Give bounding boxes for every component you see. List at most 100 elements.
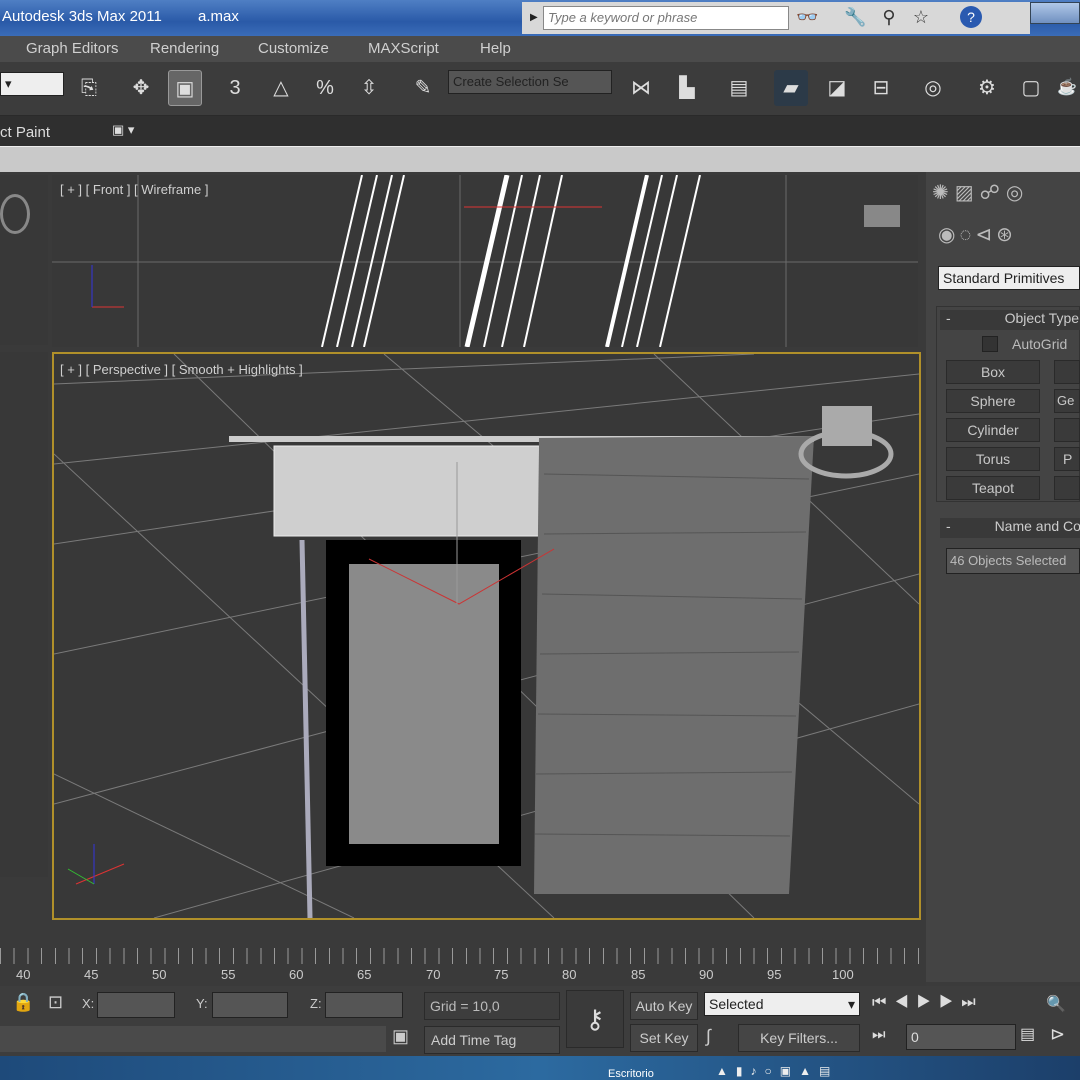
ribbon-toggle-icon[interactable]: ▣ ▾ bbox=[112, 122, 134, 138]
tick-label: 45 bbox=[84, 967, 99, 982]
time-config-icon[interactable]: ▤ bbox=[1020, 1024, 1035, 1044]
render-setup-icon[interactable]: ⚙ bbox=[970, 70, 1004, 106]
x-label: X: bbox=[82, 996, 95, 1011]
snap-label: 3 bbox=[229, 77, 241, 99]
primitives-dropdown[interactable]: Standard Primitives bbox=[938, 266, 1080, 290]
tick-label: 95 bbox=[767, 967, 782, 982]
tick-label: 70 bbox=[426, 967, 441, 982]
object-type-header[interactable]: - Object Type bbox=[940, 310, 1080, 330]
ribbon-tab-object-paint[interactable]: ct Paint bbox=[0, 124, 50, 141]
z-label: Z: bbox=[310, 996, 322, 1011]
menu-rendering[interactable]: Rendering bbox=[150, 40, 219, 57]
wrench-icon[interactable]: 🔧 bbox=[844, 6, 866, 28]
app-title: Autodesk 3ds Max 2011 bbox=[2, 8, 162, 25]
create-category-icons[interactable]: ◉◌⊲⊛ bbox=[938, 222, 1017, 247]
key-mode-toggle-icon[interactable]: ⏭ bbox=[872, 1026, 886, 1043]
front-wireframe bbox=[52, 175, 918, 347]
search-input[interactable]: Type a keyword or phrase bbox=[543, 6, 789, 30]
zoom-extents-icon[interactable]: 🔍 bbox=[1046, 994, 1066, 1014]
tick-label: 60 bbox=[289, 967, 304, 982]
x-coordinate-field[interactable] bbox=[97, 992, 175, 1018]
mirror-icon[interactable]: ⋈ bbox=[624, 70, 658, 106]
time-tag-icon[interactable]: ▣ bbox=[392, 1026, 409, 1047]
viewcube-icon[interactable] bbox=[0, 194, 30, 234]
front-viewport-label[interactable]: [ + ] [ Front ] [ Wireframe ] bbox=[60, 182, 208, 197]
viewport-perspective[interactable] bbox=[52, 352, 921, 920]
object-type-title: Object Type bbox=[1004, 310, 1080, 326]
left-viewport-bottom bbox=[0, 352, 48, 877]
curve-editor-icon[interactable]: ◪ bbox=[820, 70, 854, 106]
tube-button[interactable] bbox=[1054, 418, 1080, 442]
select-link-icon[interactable]: ⎘ bbox=[72, 70, 106, 106]
binoculars-icon[interactable]: 👓 bbox=[796, 6, 818, 28]
graphite-tools-icon[interactable]: ▰ bbox=[774, 70, 808, 106]
minimize-button[interactable] bbox=[1030, 2, 1080, 24]
playback-controls[interactable]: ⏮◀▶▶⏭ bbox=[872, 994, 984, 1012]
current-frame-field[interactable]: 0 bbox=[906, 1024, 1016, 1050]
box-button[interactable]: Box bbox=[946, 360, 1040, 384]
sphere-button[interactable]: Sphere bbox=[946, 389, 1040, 413]
geosphere-button[interactable]: Ge bbox=[1054, 389, 1080, 413]
orbit-icon[interactable]: ⊳ bbox=[1050, 1024, 1065, 1045]
snap-3d-icon[interactable]: 3 bbox=[218, 70, 252, 106]
subscription-icon[interactable]: ⚲ bbox=[878, 6, 900, 28]
object-name-field[interactable]: 46 Objects Selected bbox=[946, 548, 1080, 574]
align-icon[interactable]: ▙ bbox=[670, 70, 704, 106]
z-coordinate-field[interactable] bbox=[325, 992, 403, 1018]
file-name: a.max bbox=[198, 8, 239, 25]
select-manipulate-icon[interactable]: ▣ bbox=[168, 70, 202, 106]
star-icon[interactable]: ☆ bbox=[910, 6, 932, 28]
tick-label: 40 bbox=[16, 967, 31, 982]
key-filters-button[interactable]: Key Filters... bbox=[738, 1024, 860, 1052]
torus-button[interactable]: Torus bbox=[946, 447, 1040, 471]
command-panel-tabs[interactable]: ✺▨☍◎ bbox=[932, 180, 1029, 205]
set-key-icon[interactable]: ⚷ bbox=[566, 990, 624, 1048]
menu-help[interactable]: Help bbox=[480, 40, 511, 57]
menu-maxscript[interactable]: MAXScript bbox=[368, 40, 439, 57]
named-selection-dropdown[interactable]: Create Selection Se bbox=[448, 70, 612, 94]
add-time-tag-button[interactable]: Add Time Tag bbox=[424, 1026, 560, 1054]
move-icon[interactable]: ✥ bbox=[124, 70, 158, 106]
key-tangent-icon[interactable]: ∫ bbox=[706, 1026, 711, 1047]
menu-customize[interactable]: Customize bbox=[258, 40, 329, 57]
teapot-button[interactable]: Teapot bbox=[946, 476, 1040, 500]
autogrid-checkbox[interactable] bbox=[982, 336, 998, 352]
expand-icon[interactable]: ▶ bbox=[530, 12, 538, 23]
perspective-scene bbox=[54, 354, 919, 918]
windows-taskbar bbox=[0, 1056, 1080, 1080]
system-tray-icons[interactable]: ▲▮♪○▣▲▤ bbox=[716, 1064, 838, 1078]
plane-button[interactable] bbox=[1054, 476, 1080, 500]
rendered-frame-icon[interactable]: ▢ bbox=[1014, 70, 1048, 106]
autogrid-label: AutoGrid bbox=[1012, 336, 1068, 352]
tick-label: 75 bbox=[494, 967, 509, 982]
set-key-button[interactable]: Set Key bbox=[630, 1024, 698, 1052]
name-color-header[interactable]: - Name and Co bbox=[940, 518, 1080, 538]
track-bar-ticks bbox=[0, 948, 920, 964]
pyramid-button[interactable]: P bbox=[1054, 447, 1080, 471]
selection-filter-dropdown[interactable]: ▾ bbox=[0, 72, 64, 96]
menu-graph-editors[interactable]: Graph Editors bbox=[26, 40, 119, 57]
y-coordinate-field[interactable] bbox=[212, 992, 288, 1018]
schematic-view-icon[interactable]: ⊟ bbox=[864, 70, 898, 106]
absolute-mode-icon[interactable]: ⊡ bbox=[48, 992, 63, 1013]
desktop-toolbar-label[interactable]: Escritorio bbox=[608, 1068, 654, 1080]
render-icon[interactable]: ☕ bbox=[1056, 70, 1078, 106]
perspective-viewport-label[interactable]: [ + ] [ Perspective ] [ Smooth + Highlig… bbox=[60, 362, 303, 377]
help-icon[interactable]: ? bbox=[960, 6, 982, 28]
percent-snap-icon[interactable]: % bbox=[308, 70, 342, 106]
tick-label: 55 bbox=[221, 967, 236, 982]
viewport-front[interactable] bbox=[52, 175, 918, 347]
lock-selection-icon[interactable]: 🔒 bbox=[12, 992, 34, 1013]
material-editor-icon[interactable]: ◎ bbox=[916, 70, 950, 106]
layer-manager-icon[interactable]: ▤ bbox=[722, 70, 756, 106]
spinner-snap-icon[interactable]: ⇳ bbox=[352, 70, 386, 106]
edit-named-selection-icon[interactable]: ✎ bbox=[406, 70, 440, 106]
key-mode-dropdown[interactable]: Selected ▾ bbox=[704, 992, 860, 1016]
angle-snap-icon[interactable]: △ bbox=[264, 70, 298, 106]
cone-button[interactable] bbox=[1054, 360, 1080, 384]
cylinder-button[interactable]: Cylinder bbox=[946, 418, 1040, 442]
tick-label: 85 bbox=[631, 967, 646, 982]
key-mode-value: Selected bbox=[709, 996, 764, 1012]
ribbon-panel-strip bbox=[0, 146, 1080, 172]
auto-key-button[interactable]: Auto Key bbox=[630, 992, 698, 1020]
